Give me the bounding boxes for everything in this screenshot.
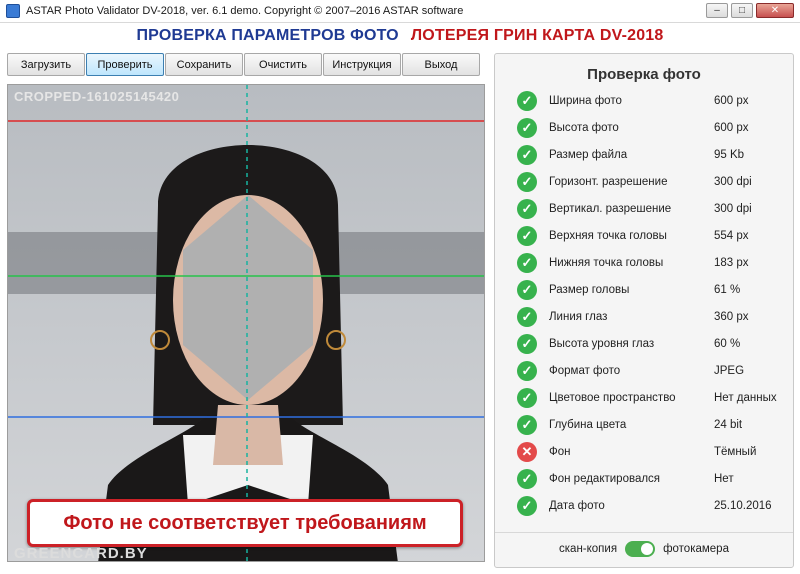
app-icon [6,4,20,18]
check-value: 300 dpi [714,203,752,215]
check-row: ✓ Глубина цвета 24 bit [517,414,793,436]
page-header: ПРОВЕРКА ПАРАМЕТРОВ ФОТО ЛОТЕРЕЯ ГРИН КАР… [0,27,800,45]
check-row: ✓ Формат фото JPEG [517,360,793,382]
file-label: CROPPED-161025145420 [14,89,180,104]
check-ok-icon: ✓ [517,280,537,300]
check-value: 24 bit [714,419,743,431]
check-row: ✓ Размер файла 95 Kb [517,144,793,166]
check-row: ✓ Высота фото 600 px [517,117,793,139]
load-button[interactable]: Загрузить [7,53,85,76]
check-ok-icon: ✓ [517,361,537,381]
photo-preview: CROPPED-161025145420 Фото не соответству… [7,84,485,562]
check-ok-icon: ✓ [517,334,537,354]
check-label: Высота фото [549,122,619,134]
save-button[interactable]: Сохранить [165,53,243,76]
check-ok-icon: ✓ [517,253,537,273]
check-label: Линия глаз [549,311,608,323]
check-label: Горизонт. разрешение [549,176,668,188]
check-value: JPEG [714,365,745,377]
check-fail-icon: ✕ [517,442,537,462]
check-row: ✓ Вертикал. разрешение 300 dpi [517,198,793,220]
check-label: Глубина цвета [549,419,627,431]
check-value: 360 px [714,311,749,323]
header-subtitle: ЛОТЕРЕЯ ГРИН КАРТА DV-2018 [410,27,664,44]
check-button[interactable]: Проверить [86,53,164,76]
check-label: Формат фото [549,365,621,377]
instructions-button[interactable]: Инструкция [323,53,401,76]
check-value: 95 Kb [714,149,745,161]
toolbar: Загрузить Проверить Сохранить Очистить И… [7,53,480,76]
check-value: 183 px [714,257,749,269]
watermark: GREENCARD.BY [14,545,148,562]
check-value: Нет [714,473,734,485]
check-label: Размер файла [549,149,628,161]
check-label: Дата фото [549,500,605,512]
check-label: Верхняя точка головы [549,230,667,242]
check-value: 300 dpi [714,176,752,188]
check-ok-icon: ✓ [517,469,537,489]
check-row: ✓ Горизонт. разрешение 300 dpi [517,171,793,193]
check-label: Высота уровня глаз [549,338,655,350]
check-value: 600 px [714,95,749,107]
check-label: Фон редактировался [549,473,661,485]
check-value: 25.10.2016 [714,500,772,512]
check-ok-icon: ✓ [517,145,537,165]
check-row: ✕ Фон Тёмный [517,441,793,463]
toggle-right-label: фотокамера [663,543,729,555]
source-toggle[interactable] [625,541,656,557]
check-label: Размер головы [549,284,630,296]
check-ok-icon: ✓ [517,118,537,138]
check-label: Цветовое пространство [549,392,676,404]
window-controls: – □ ✕ [706,3,794,18]
toggle-left-label: скан-копия [559,543,618,555]
source-toggle-row: скан-копия фотокамера [495,537,793,561]
check-value: 554 px [714,230,749,242]
check-value: Тёмный [714,446,757,458]
verdict-banner: Фото не соответствует требованиям [27,499,463,547]
check-ok-icon: ✓ [517,415,537,435]
exit-button[interactable]: Выход [402,53,480,76]
window-title: ASTAR Photo Validator DV-2018, ver. 6.1 … [26,5,464,17]
panel-divider [495,532,793,533]
check-row: ✓ Размер головы 61 % [517,279,793,301]
check-value: 600 px [714,122,749,134]
maximize-button[interactable]: □ [731,3,753,18]
check-row: ✓ Высота уровня глаз 60 % [517,333,793,355]
close-button[interactable]: ✕ [756,3,794,18]
check-row: ✓ Линия глаз 360 px [517,306,793,328]
minimize-button[interactable]: – [706,3,728,18]
check-ok-icon: ✓ [517,226,537,246]
check-value: 60 % [714,338,741,350]
check-ok-icon: ✓ [517,199,537,219]
check-row: ✓ Фон редактировался Нет [517,468,793,490]
check-label: Ширина фото [549,95,622,107]
check-ok-icon: ✓ [517,388,537,408]
clear-button[interactable]: Очистить [244,53,322,76]
check-value: 61 % [714,284,741,296]
check-ok-icon: ✓ [517,91,537,111]
check-label: Нижняя точка головы [549,257,664,269]
check-row: ✓ Дата фото 25.10.2016 [517,495,793,517]
check-panel: Проверка фото ✓ Ширина фото 600 px ✓ Выс… [494,53,794,568]
panel-title: Проверка фото [587,66,701,83]
check-label: Вертикал. разрешение [549,203,672,215]
check-ok-icon: ✓ [517,172,537,192]
toggle-knob [641,543,654,555]
check-value: Нет данных [714,392,777,404]
check-row: ✓ Верхняя точка головы 554 px [517,225,793,247]
check-row: ✓ Ширина фото 600 px [517,90,793,112]
check-row: ✓ Нижняя точка головы 183 px [517,252,793,274]
check-label: Фон [549,446,571,458]
portrait-photo [8,85,484,561]
check-ok-icon: ✓ [517,307,537,327]
check-row: ✓ Цветовое пространство Нет данных [517,387,793,409]
window-titlebar: ASTAR Photo Validator DV-2018, ver. 6.1 … [0,0,800,23]
check-ok-icon: ✓ [517,496,537,516]
header-title: ПРОВЕРКА ПАРАМЕТРОВ ФОТО [136,27,399,44]
